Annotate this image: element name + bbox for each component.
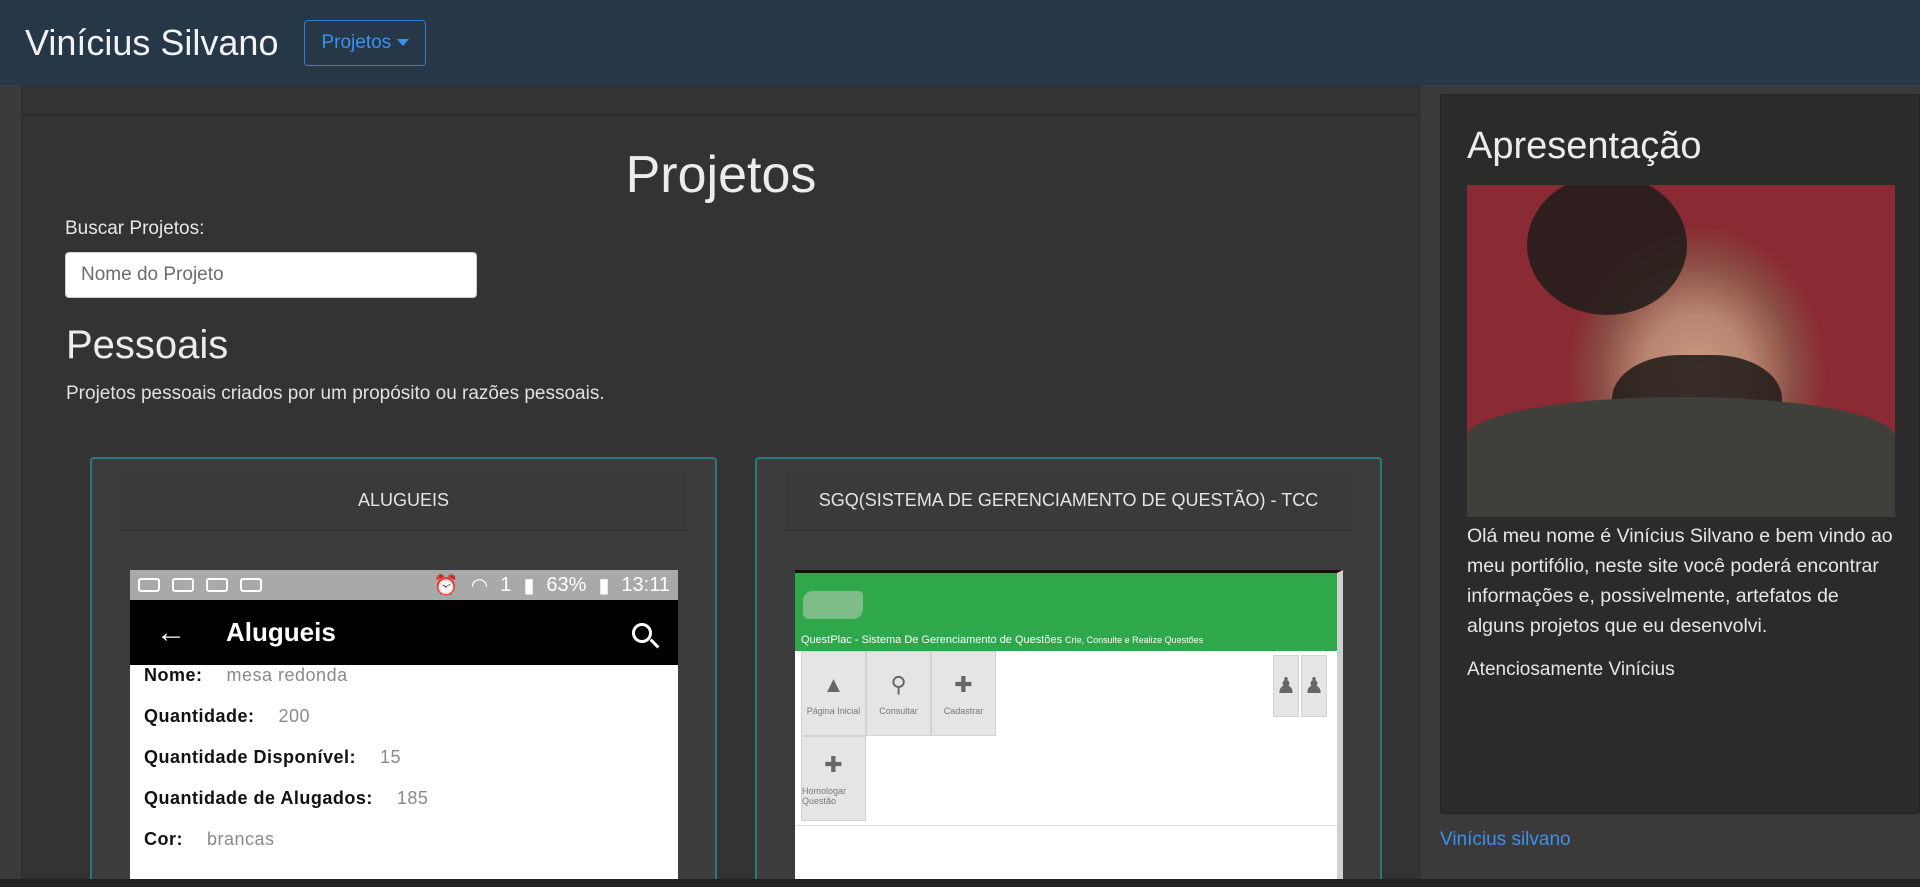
- mail-icon: [172, 578, 194, 592]
- tool-label: Página Inicial: [806, 705, 861, 716]
- wifi-icon: ◠: [470, 574, 489, 597]
- battery-percent: 63%: [546, 573, 587, 596]
- field-value: 15: [380, 747, 402, 767]
- field-value: 200: [278, 706, 311, 726]
- card-title: ALUGUEIS: [120, 471, 687, 531]
- tool-label: Cadastrar: [943, 705, 984, 716]
- sgq-screenshot: QuestPlac - Sistema De Gerenciamento de …: [795, 570, 1343, 887]
- sgq-app-header-title: QuestPlac - Sistema De Gerenciamento de …: [801, 634, 1063, 646]
- sgq-tool-add: ✚ Cadastrar: [931, 651, 996, 736]
- projects-dropdown-button[interactable]: Projetos: [304, 19, 427, 66]
- project-card-alugueis[interactable]: ALUGUEIS ⏰ ◠ 1 ▮ 63% ▮ 13:11 ← Alugueis: [90, 457, 717, 887]
- signal-icon: ▮: [523, 574, 535, 597]
- main-top-strip: [20, 85, 1421, 115]
- voicemail-icon: [240, 578, 262, 592]
- field-value: brancas: [207, 829, 275, 849]
- alugueis-screenshot: ⏰ ◠ 1 ▮ 63% ▮ 13:11 ← Alugueis Nome: mes…: [130, 570, 678, 887]
- sgq-user-tools: ♟ ♟: [1273, 655, 1327, 717]
- search-input[interactable]: [65, 252, 477, 298]
- bell-icon: ♟: [1304, 673, 1324, 698]
- projects-dropdown-label: Projetos: [321, 31, 392, 53]
- notification-icon: ♟: [1301, 655, 1327, 717]
- field-label: Quantidade Disponível:: [144, 747, 357, 767]
- section-title: Pessoais: [66, 323, 229, 367]
- field-label: Nome:: [144, 665, 203, 685]
- home-icon: ▲: [822, 671, 845, 697]
- project-card-sgq[interactable]: SGQ(SISTEMA DE GERENCIAMENTO DE QUESTÃO)…: [755, 457, 1382, 887]
- phone-app-title: Alugueis: [226, 617, 336, 647]
- sgq-logo: [803, 591, 863, 619]
- card-title: SGQ(SISTEMA DE GERENCIAMENTO DE QUESTÃO)…: [785, 471, 1352, 531]
- briefcase-icon: [206, 578, 228, 592]
- plus-icon: ✚: [954, 671, 973, 697]
- window-bottom-bar: [0, 879, 1920, 887]
- page-title: Projetos: [625, 146, 817, 204]
- sgq-toolbar: ▲ Página Inicial ⚲ Consultar ✚ Cadastrar: [795, 651, 1337, 736]
- list-item: Quantidade Disponível: 15: [130, 747, 678, 788]
- section-description: Projetos pessoais criados por um propósi…: [66, 383, 605, 404]
- message-icon: [138, 578, 160, 592]
- navbar: Vinícius Silvano Projetos: [0, 0, 1920, 85]
- footer-author-link[interactable]: Vinícius silvano: [1440, 829, 1571, 851]
- field-label: Quantidade:: [144, 706, 255, 726]
- sgq-app-header-subtitle: Crie, Consulte e Realize Questões: [1065, 635, 1204, 645]
- sidebar-title: Apresentação: [1467, 125, 1702, 167]
- clock-time: 13:11: [621, 573, 670, 596]
- caret-down-icon: [397, 39, 410, 46]
- sgq-tool-approve: ✚ Homologar Questão: [801, 736, 866, 821]
- divider: [795, 825, 1337, 826]
- plus-icon: ✚: [824, 751, 843, 777]
- list-item: Nome: mesa redonda: [130, 665, 678, 706]
- alarm-icon: ⏰: [433, 574, 459, 597]
- sidebar-signoff: Atenciosamente Vinícius: [1467, 659, 1675, 680]
- phone-status-bar: ⏰ ◠ 1 ▮ 63% ▮ 13:11: [130, 570, 678, 600]
- list-item: Quantidade de Alugados: 185: [130, 788, 678, 829]
- search-icon: [632, 622, 652, 643]
- sgq-toolbar-row-2: ✚ Homologar Questão: [795, 736, 1337, 821]
- main-content: Projetos Buscar Projetos: Pessoais Proje…: [19, 85, 1421, 887]
- profile-photo: [1467, 185, 1895, 517]
- field-value: 185: [396, 788, 429, 808]
- list-item: Cor: brancas: [130, 829, 678, 870]
- sim-indicator: 1: [500, 573, 512, 596]
- sidebar-bio: Olá meu nome é Vinícius Silvano e bem vi…: [1467, 525, 1893, 637]
- user-icon: ♟: [1273, 655, 1299, 717]
- field-value: mesa redonda: [226, 665, 348, 685]
- tool-label: Homologar Questão: [802, 785, 847, 806]
- sgq-tool-home: ▲ Página Inicial: [801, 651, 866, 736]
- field-label: Cor:: [144, 829, 183, 849]
- search-label: Buscar Projetos:: [65, 218, 205, 239]
- sgq-app-header: QuestPlac - Sistema De Gerenciamento de …: [795, 573, 1337, 651]
- sidebar-presentation: Apresentação Olá meu nome é Vinícius Sil…: [1440, 94, 1920, 814]
- arrow-left-icon: ←: [156, 615, 186, 649]
- phone-app-bar: ← Alugueis: [130, 600, 678, 665]
- sgq-tool-search: ⚲ Consultar: [866, 651, 931, 736]
- search-icon: ⚲: [890, 671, 907, 697]
- battery-icon: ▮: [598, 574, 610, 597]
- tool-label: Consultar: [879, 705, 918, 716]
- field-label: Quantidade de Alugados:: [144, 788, 373, 808]
- list-item: Quantidade: 200: [130, 706, 678, 747]
- person-icon: ♟: [1276, 673, 1296, 698]
- brand-title[interactable]: Vinícius Silvano: [25, 22, 278, 64]
